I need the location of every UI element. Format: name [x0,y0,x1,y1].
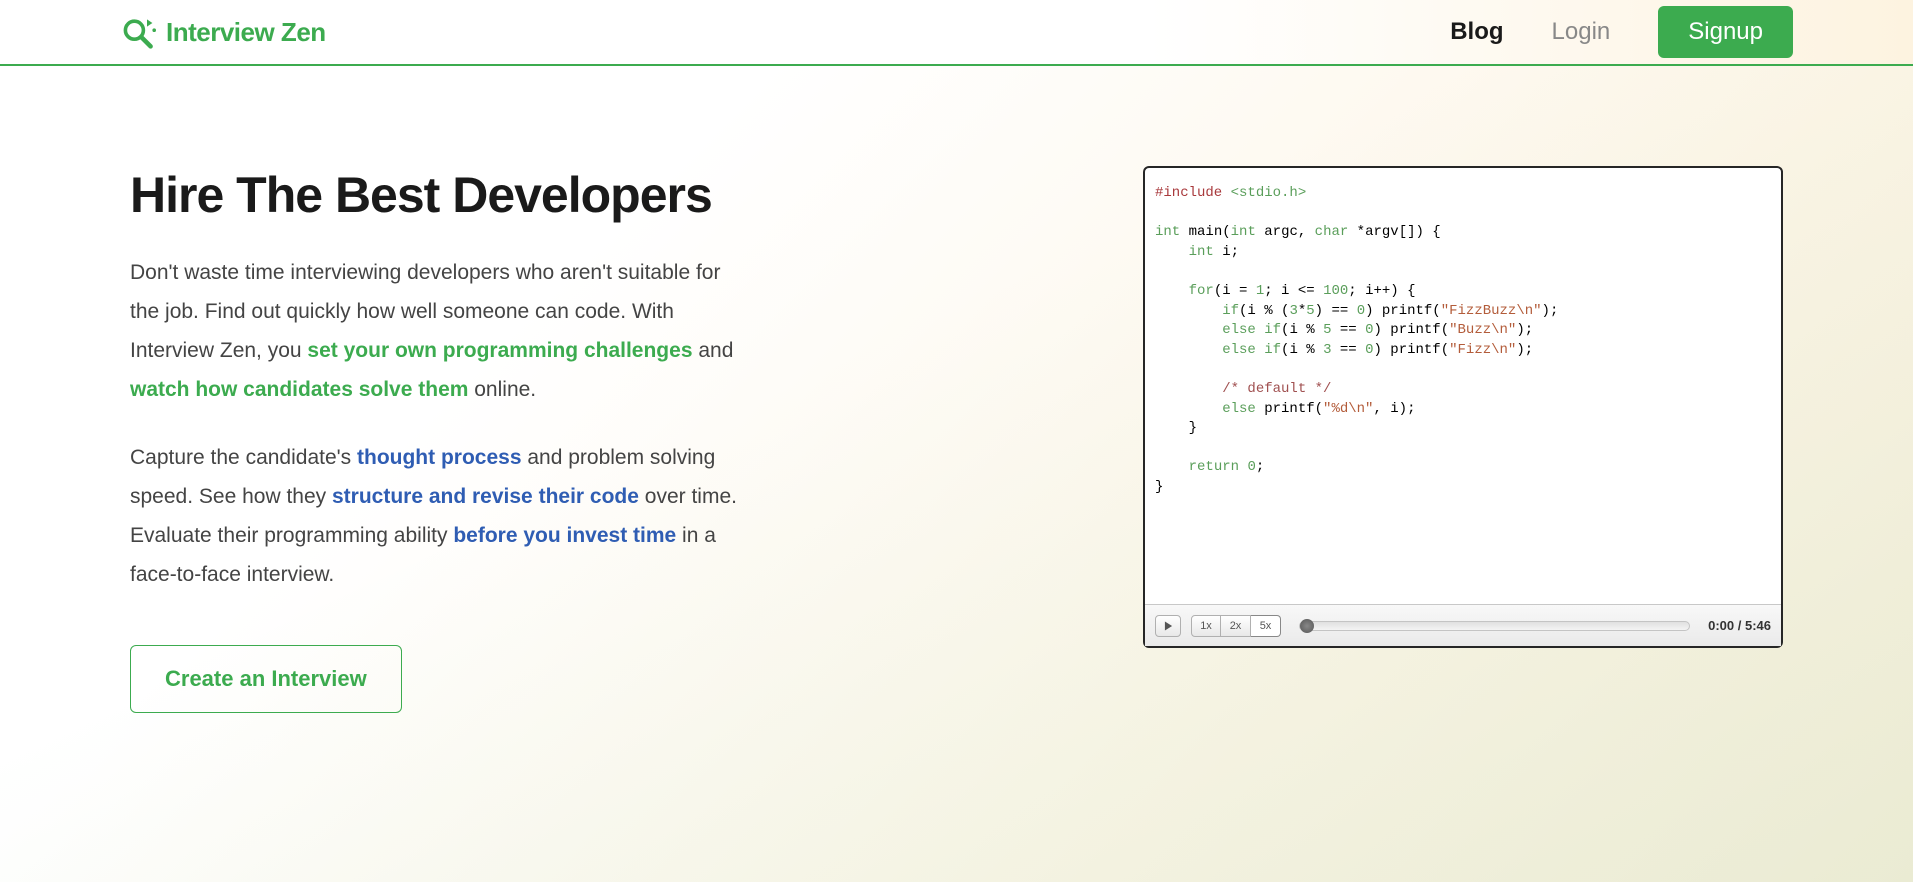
hero: Hire The Best Developers Don't waste tim… [0,66,1913,882]
em-before-invest: before you invest time [453,524,676,547]
hero-copy: Hire The Best Developers Don't waste tim… [130,166,795,882]
play-icon [1164,621,1173,631]
brand-text: Interview Zen [166,17,326,48]
code-area: #include <stdio.h> int main(int argc, ch… [1145,168,1781,604]
signup-button[interactable]: Signup [1658,6,1793,58]
create-interview-button[interactable]: Create an Interview [130,645,402,713]
topbar: Interview Zen Blog Login Signup [0,0,1913,66]
nav: Blog Login Signup [1450,6,1793,58]
em-set-challenges: set your own programming challenges [307,339,692,362]
nav-blog[interactable]: Blog [1450,18,1503,46]
seek-track[interactable] [1299,621,1690,631]
em-watch-solve: watch how candidates solve them [130,378,468,401]
speed-5x[interactable]: 5x [1251,615,1281,637]
timecode: 0:00 / 5:46 [1708,618,1771,633]
seek-thumb[interactable] [1300,619,1314,633]
hero-paragraph-2: Capture the candidate's thought process … [130,439,755,594]
code-playback-panel: #include <stdio.h> int main(int argc, ch… [1143,166,1783,648]
em-structure-code: structure and revise their code [332,485,639,508]
play-button[interactable] [1155,615,1181,637]
speed-2x[interactable]: 2x [1221,615,1251,637]
speed-group: 1x 2x 5x [1191,615,1281,637]
logo[interactable]: Interview Zen [120,14,326,50]
em-thought-process: thought process [357,446,522,469]
hero-paragraph-1: Don't waste time interviewing developers… [130,254,755,409]
playback-bar: 1x 2x 5x 0:00 / 5:46 [1145,604,1781,646]
magnifier-icon [120,14,156,50]
nav-login[interactable]: Login [1552,18,1611,46]
hero-headline: Hire The Best Developers [130,166,755,224]
speed-1x[interactable]: 1x [1191,615,1221,637]
